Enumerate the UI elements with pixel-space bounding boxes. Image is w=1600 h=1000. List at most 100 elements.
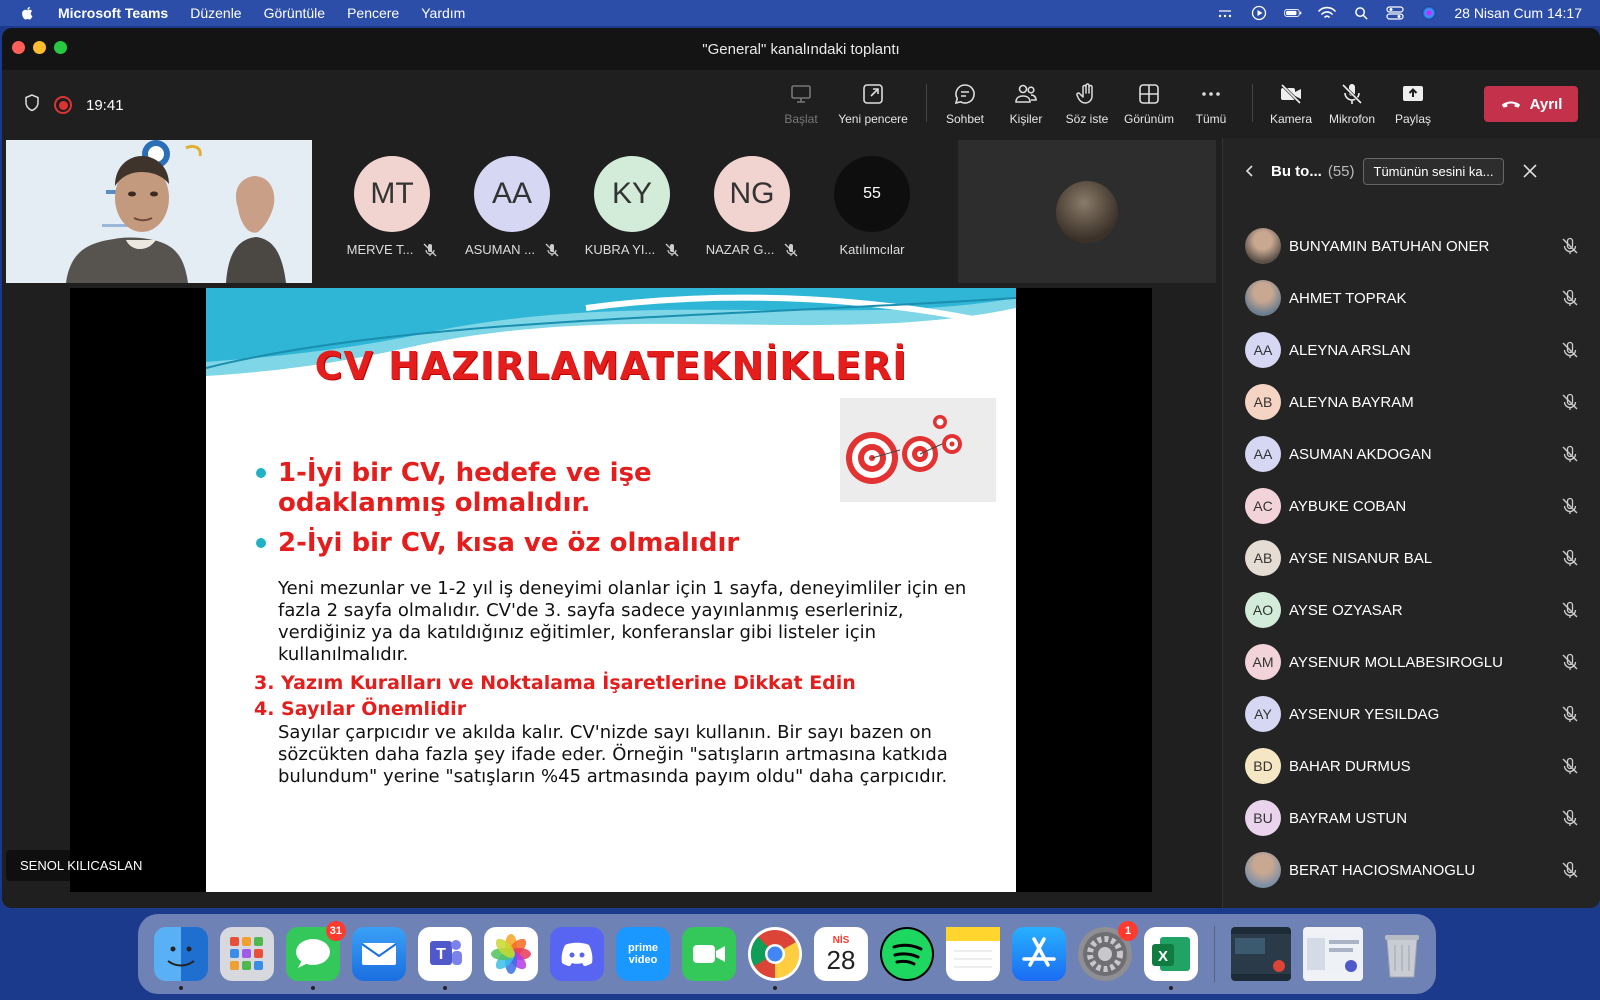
siri-icon[interactable] xyxy=(1420,6,1438,20)
launchpad-icon[interactable] xyxy=(220,927,274,981)
roster-row[interactable]: AY AYSENUR YESILDAG xyxy=(1223,688,1600,740)
share-button[interactable]: Paylaş xyxy=(1378,82,1448,126)
notes-icon[interactable] xyxy=(946,927,1000,981)
new-window-button[interactable]: Yeni pencere xyxy=(838,82,908,126)
spotlight-search-icon[interactable] xyxy=(1352,6,1370,20)
mic-muted-icon[interactable] xyxy=(1561,601,1579,619)
mic-muted-icon[interactable] xyxy=(1561,445,1579,463)
battery-icon[interactable] xyxy=(1284,6,1302,20)
app-store-icon[interactable] xyxy=(1012,927,1066,981)
participant-tile[interactable]: NG NAZAR G... xyxy=(692,156,812,257)
roster-row[interactable]: AC AYBUKE COBAN xyxy=(1223,480,1600,532)
trash-icon[interactable] xyxy=(1375,927,1429,981)
menu-window[interactable]: Pencere xyxy=(347,5,399,21)
excel-icon[interactable]: X xyxy=(1144,927,1198,990)
roster-row[interactable]: BU BAYRAM USTUN xyxy=(1223,792,1600,844)
participant-tile[interactable]: KY KUBRA YI... xyxy=(572,156,692,257)
speaker-video-tile[interactable] xyxy=(6,140,312,283)
facetime-icon[interactable] xyxy=(682,927,736,981)
menu-view[interactable]: Görüntüle xyxy=(264,5,325,21)
prime-video-icon[interactable]: prime video xyxy=(616,927,670,981)
minimized-window-thumbnail[interactable] xyxy=(1231,927,1291,981)
mute-all-button[interactable]: Tümünün sesini ka... xyxy=(1362,157,1505,185)
people-button[interactable]: Kişiler xyxy=(991,82,1061,141)
participant-count-label: Katılımcılar xyxy=(839,242,905,257)
messages-icon[interactable]: 31 xyxy=(286,921,346,990)
roster-name: BAYRAM USTUN xyxy=(1289,809,1408,827)
close-icon[interactable] xyxy=(1522,163,1538,179)
chevron-left-icon[interactable] xyxy=(1243,164,1257,178)
window-titlebar: "General" kanalındaki toplantı xyxy=(2,28,1600,70)
mic-muted-icon[interactable] xyxy=(1561,237,1579,255)
new-window-label: Yeni pencere xyxy=(838,112,908,126)
roster-row[interactable]: AHMET TOPRAK xyxy=(1223,272,1600,324)
roster-row[interactable]: BD BAHAR DURMUS xyxy=(1223,740,1600,792)
roster-row[interactable]: AM AYSENUR MOLLABESIROGLU xyxy=(1223,636,1600,688)
raise-hand-button[interactable]: Söz iste xyxy=(1052,82,1122,126)
people-icon xyxy=(1015,84,1037,103)
more-label: Tümü xyxy=(1195,112,1227,126)
slide-bullet-1: 1-İyi bir CV, hedefe ve işe odaklanmış o… xyxy=(256,458,816,518)
view-button[interactable]: Görünüm xyxy=(1114,82,1184,126)
macos-menubar: Microsoft Teams Düzenle Görüntüle Pencer… xyxy=(0,0,1600,26)
photos-icon[interactable] xyxy=(484,927,538,981)
system-settings-icon[interactable]: 1 xyxy=(1078,921,1138,981)
mic-muted-icon[interactable] xyxy=(1561,289,1579,307)
mic-muted-icon[interactable] xyxy=(1561,861,1579,879)
avatar xyxy=(1245,280,1281,316)
mic-muted-icon[interactable] xyxy=(1561,653,1579,671)
raise-hand-label: Söz iste xyxy=(1065,112,1109,126)
control-center-icon[interactable] xyxy=(1386,6,1404,20)
camera-button[interactable]: Kamera xyxy=(1256,82,1326,126)
minimized-window-thumbnail[interactable] xyxy=(1303,927,1363,981)
roster-name: ALEYNA BAYRAM xyxy=(1289,393,1414,411)
mic-muted-icon[interactable] xyxy=(1561,809,1579,827)
more-button[interactable]: Tümü xyxy=(1176,82,1246,126)
bullet-dot-icon xyxy=(256,468,266,478)
zoom-window-button[interactable] xyxy=(54,41,67,54)
menu-help[interactable]: Yardım xyxy=(421,5,465,21)
finder-icon[interactable] xyxy=(154,927,208,990)
roster-row[interactable]: AO AYSE OZYASAR xyxy=(1223,584,1600,636)
participant-tile[interactable]: MT MERVE T... xyxy=(332,156,452,257)
menu-app-name[interactable]: Microsoft Teams xyxy=(58,5,168,21)
media-play-icon[interactable] xyxy=(1250,5,1268,21)
roster-row[interactable]: AA ALEYNA ARSLAN xyxy=(1223,324,1600,376)
mail-icon[interactable] xyxy=(352,927,406,981)
minimize-window-button[interactable] xyxy=(33,41,46,54)
avatar: AM xyxy=(1245,644,1281,680)
discord-icon[interactable] xyxy=(550,927,604,981)
shield-icon[interactable] xyxy=(24,94,40,116)
mic-muted-icon[interactable] xyxy=(1561,497,1579,515)
teams-icon[interactable]: T xyxy=(418,927,472,990)
leave-button[interactable]: Ayrıl xyxy=(1484,86,1578,122)
mic-muted-icon[interactable] xyxy=(1561,549,1579,567)
macos-dock: 31 T prime video NİS 28 1 X xyxy=(138,914,1436,994)
mic-muted-icon[interactable] xyxy=(1561,393,1579,411)
wifi-icon[interactable] xyxy=(1318,6,1337,20)
roster-row[interactable]: AB ALEYNA BAYRAM xyxy=(1223,376,1600,428)
start-button[interactable]: Başlat xyxy=(766,82,836,126)
roster-row[interactable]: BERAT HACIOSMANOGLU xyxy=(1223,844,1600,896)
apple-icon[interactable] xyxy=(20,3,40,23)
mic-muted-icon[interactable] xyxy=(1561,341,1579,359)
roster-row[interactable]: AB AYSE NISANUR BAL xyxy=(1223,532,1600,584)
chrome-icon[interactable] xyxy=(748,927,802,990)
participant-count-badge: 55 xyxy=(834,156,910,232)
focus-icon[interactable] xyxy=(1216,6,1234,20)
chat-button[interactable]: Sohbet xyxy=(930,82,1000,126)
mic-button[interactable]: Mikrofon xyxy=(1317,82,1387,126)
roster-row[interactable]: AA ASUMAN AKDOGAN xyxy=(1223,428,1600,480)
menubar-datetime[interactable]: 28 Nisan Cum 14:17 xyxy=(1454,5,1582,21)
mic-muted-icon[interactable] xyxy=(1561,705,1579,723)
spotify-icon[interactable] xyxy=(880,927,934,981)
self-video-tile[interactable] xyxy=(958,140,1216,283)
mic-muted-icon[interactable] xyxy=(1561,757,1579,775)
calendar-icon[interactable]: NİS 28 xyxy=(814,927,868,981)
roster-row[interactable]: BUNYAMIN BATUHAN ONER xyxy=(1223,220,1600,272)
participant-count-tile[interactable]: 55 Katılımcılar xyxy=(812,156,932,257)
menu-edit[interactable]: Düzenle xyxy=(190,5,241,21)
share-screen-icon xyxy=(1403,86,1423,101)
participant-tile[interactable]: AA ASUMAN ... xyxy=(452,156,572,257)
close-window-button[interactable] xyxy=(12,41,25,54)
